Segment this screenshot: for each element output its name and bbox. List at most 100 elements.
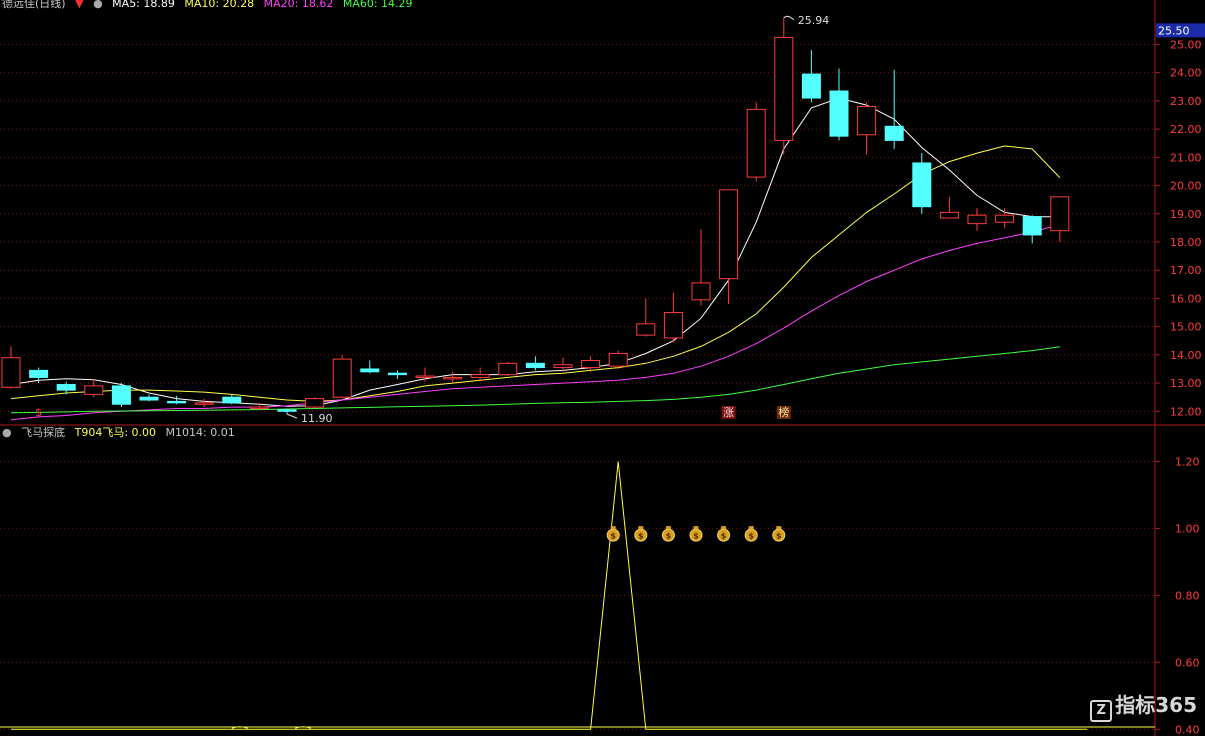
candle-body-up	[470, 374, 490, 378]
price-axis-tick-label: 19.00	[1170, 208, 1202, 221]
money-bag-icon: $	[772, 526, 786, 542]
price-axis-tick-label: 16.00	[1170, 292, 1202, 305]
price-axis-tick-label: 14.00	[1170, 349, 1202, 362]
brand-logo-icon: Z	[1090, 700, 1113, 722]
ma60-value: MA60: 14.29	[342, 0, 413, 10]
indicator-axis-tick-label: 0.40	[1175, 723, 1200, 736]
candle-body-up	[746, 108, 766, 178]
candle[interactable]	[1, 346, 21, 389]
moving-average-lines	[10, 97, 1061, 421]
event-marker-label: 涨	[723, 406, 734, 419]
candle[interactable]	[1050, 196, 1070, 242]
candle[interactable]	[525, 356, 545, 371]
candle[interactable]	[691, 229, 711, 306]
candle[interactable]	[912, 153, 932, 214]
candle-body-down	[167, 400, 187, 404]
money-bag-symbol: $	[776, 532, 782, 541]
low-price-pointer	[286, 413, 298, 419]
settings-icon[interactable]: ●	[93, 0, 103, 10]
candle-body-down	[884, 125, 904, 141]
signal-icons: $ $ $ $ $ $ $	[606, 526, 786, 542]
candle-body-down	[56, 383, 76, 391]
candle[interactable]	[498, 361, 518, 377]
candle-body-up	[774, 36, 794, 141]
money-bag-icon: $	[717, 526, 731, 542]
candle[interactable]	[194, 398, 214, 408]
candle-body-down	[29, 369, 49, 378]
price-axis-tick-label: 15.00	[1170, 321, 1202, 334]
indicator-axis-tick-label: 0.80	[1175, 589, 1200, 602]
high-price-label: 25.94	[798, 14, 830, 27]
candle[interactable]	[884, 69, 904, 149]
candle-body-down	[360, 368, 380, 373]
candle[interactable]	[719, 189, 739, 305]
candle[interactable]	[801, 50, 821, 103]
money-bag-symbol: $	[638, 532, 644, 541]
indicator-axis-tick-label: 1.20	[1175, 455, 1200, 468]
price-annotations: 25.94 11.90 $ 涨 榜	[35, 14, 829, 425]
money-bag-neck	[721, 526, 727, 530]
candle[interactable]	[332, 354, 352, 399]
candle-body-up	[581, 360, 601, 369]
price-axis-tick-label: 17.00	[1170, 264, 1202, 277]
candle[interactable]	[774, 17, 794, 155]
candle[interactable]	[746, 102, 766, 182]
candle[interactable]	[967, 208, 987, 231]
candle[interactable]	[608, 350, 628, 369]
candle[interactable]	[636, 298, 656, 337]
money-bag-symbol: $	[721, 532, 727, 541]
candle-body-up	[719, 189, 739, 280]
candle[interactable]	[222, 394, 242, 405]
candle[interactable]	[360, 360, 380, 374]
candle[interactable]	[84, 378, 104, 398]
high-price-pointer	[783, 15, 795, 21]
money-bag-neck	[665, 526, 671, 530]
candle-body-down	[525, 362, 545, 369]
candle-body-down	[1022, 216, 1042, 236]
pin-icon[interactable]: ▼	[75, 0, 83, 10]
chart-stage[interactable]: 12.00 13.00 14.00 15.00 16.00 17.00 18.00 19.00…	[0, 0, 1205, 736]
candle-body-up	[332, 358, 352, 398]
candle-body-up	[194, 402, 214, 405]
candle[interactable]	[387, 370, 407, 379]
candle[interactable]	[111, 383, 131, 408]
money-bag-icon: $	[744, 526, 758, 542]
candle[interactable]	[857, 102, 877, 155]
indicator-grid	[0, 460, 1155, 730]
candle[interactable]	[939, 196, 959, 219]
indicator-settings-icon[interactable]: ●	[2, 426, 12, 439]
price-axis-tick-label: 22.00	[1170, 123, 1202, 136]
candle[interactable]	[415, 367, 435, 382]
candle-body-up	[1050, 196, 1070, 232]
money-bag-symbol: $	[693, 532, 699, 541]
price-axis-tick-label: 24.00	[1170, 67, 1202, 80]
candle-body-up	[691, 282, 711, 301]
indicator-legend: ● 飞马探底 T904飞马: 0.00 M1014: 0.01	[2, 426, 241, 440]
indicator-name: 飞马探底	[21, 426, 66, 439]
candle[interactable]	[1022, 215, 1042, 244]
indicator-axis-tick-label: 1.00	[1175, 522, 1200, 535]
candle-body-down	[801, 73, 821, 99]
candle[interactable]	[995, 208, 1015, 228]
candle-body-up	[663, 312, 683, 339]
candle[interactable]	[470, 367, 490, 381]
price-axis-tick-label: 18.00	[1170, 236, 1202, 249]
candle[interactable]	[829, 68, 849, 141]
candle[interactable]	[139, 394, 159, 402]
candle[interactable]	[443, 371, 463, 384]
event-marker-label: $	[35, 406, 42, 419]
candle[interactable]	[663, 292, 683, 343]
candle[interactable]	[305, 397, 325, 409]
indicator-t904-value: T904飞马: 0.00	[74, 426, 157, 439]
watermark-text: 指标365	[1115, 693, 1197, 717]
price-axis-tick-label: 21.00	[1170, 151, 1202, 164]
candle-body-up	[249, 406, 269, 409]
candle-body-down	[139, 396, 159, 401]
money-bag-neck	[748, 526, 754, 530]
candle-body-down	[222, 396, 242, 404]
candle-body-up	[84, 385, 104, 395]
candle-body-up	[498, 362, 518, 376]
panel-frame	[0, 0, 1205, 736]
candle-body-down	[277, 409, 297, 412]
candle-body-up	[636, 323, 656, 336]
